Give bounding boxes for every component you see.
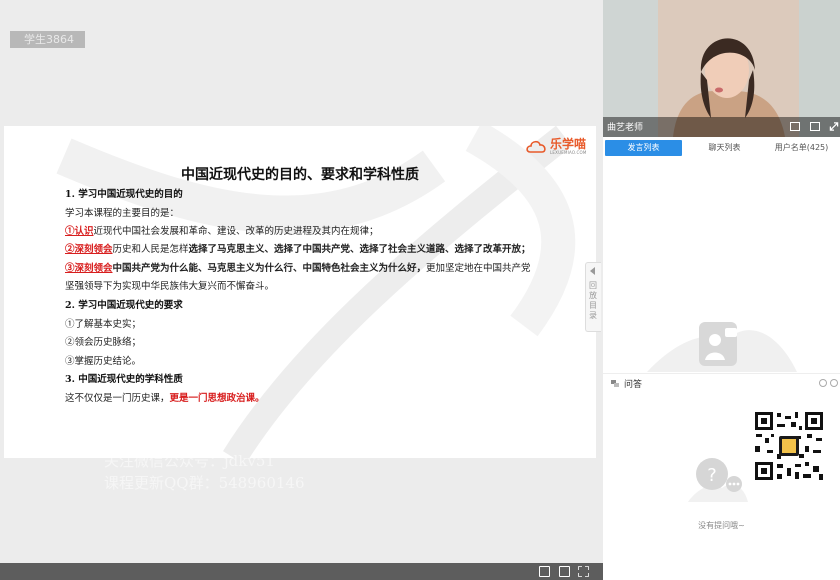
fit-screen-icon[interactable]: [539, 566, 550, 577]
main-stage: 学生3864 乐学喵 LEXUEMIAO.COM 中国近现代史的目的、要求和学科…: [0, 0, 603, 580]
playback-catalog-label: 回放目录: [589, 281, 597, 320]
speaker-empty-illustration: [647, 322, 797, 372]
tab-chat-list[interactable]: 聊天列表: [686, 138, 763, 158]
video-info-bar: 曲艺老师: [603, 117, 840, 137]
playback-catalog-tab[interactable]: 回放目录: [585, 262, 601, 332]
nature-text: 这不仅仅是一门历史课，更是一门思想政治课。: [65, 390, 265, 404]
purpose-text-bold: 中国共产党为什么能、马克思主义为什么行、中国特色社会主义为什么好，: [112, 263, 427, 274]
qa-close-icon[interactable]: [830, 379, 838, 387]
brand-logo: 乐学喵 LEXUEMIAO.COM: [526, 138, 587, 155]
section-heading: 3. 中国近现代史的学科性质: [65, 374, 183, 385]
student-id-watermark: 学生3864: [10, 31, 85, 48]
nature-text-highlight: 更是一门思想政治课。: [169, 393, 265, 404]
qa-minimize-icon[interactable]: [819, 379, 827, 387]
purpose-item-2: ②深刻领会历史和人民是怎样选择了马克思主义、选择了中国共产党、选择了社会主义道路…: [65, 241, 531, 255]
courseware-slide: 乐学喵 LEXUEMIAO.COM 中国近现代史的目的、要求和学科性质 1. 学…: [4, 126, 596, 458]
intro-text: 学习本课程的主要目的是：: [65, 208, 180, 219]
slide-title: 中国近现代史的目的、要求和学科性质: [181, 167, 419, 183]
keyword-highlight: ①认识: [65, 226, 94, 237]
teacher-video[interactable]: 曲艺老师: [603, 0, 840, 137]
overlay-watermark-wechat: 关注微信公众号：jdkv51: [104, 452, 275, 470]
popout-video-icon[interactable]: [810, 122, 820, 131]
cloud-logo-icon: [526, 140, 546, 153]
keyword-highlight: ③深刻领会: [65, 263, 113, 274]
swap-video-icon[interactable]: [790, 122, 800, 131]
requirement-item: ③掌握历史结论。: [65, 356, 142, 367]
qa-empty-text: 没有提问哦~: [698, 521, 745, 530]
expand-video-icon[interactable]: [829, 122, 839, 131]
player-control-bar: [0, 563, 603, 580]
svg-text:?: ?: [707, 465, 717, 486]
purpose-text: 近现代中国社会发展和革命、建设、改革的历史进程及其内在规律；: [93, 226, 379, 237]
qa-header: 问答: [603, 373, 840, 391]
tab-user-list[interactable]: 用户名单(425): [763, 138, 840, 158]
purpose-text: 历史和人民是怎样: [112, 244, 189, 255]
section-heading: 2. 学习中国近现代史的要求: [65, 300, 183, 311]
overlay-watermark-qq: 课程更新QQ群：548960146: [104, 474, 305, 492]
purpose-item-1: ①认识近现代中国社会发展和革命、建设、改革的历史进程及其内在规律；: [65, 223, 379, 237]
section-heading: 1. 学习中国近现代史的目的: [65, 189, 183, 200]
qa-controls: [819, 379, 838, 387]
purpose-item-3-cont: 坚强领导下为实现中华民族伟大复兴而不懈奋斗。: [65, 281, 275, 292]
collapse-arrow-icon: [590, 267, 595, 275]
qa-empty-illustration: ?: [688, 458, 748, 502]
purpose-item-3: ③深刻领会中国共产党为什么能、马克思主义为什么行、中国特色社会主义为什么好，更加…: [65, 260, 531, 274]
requirement-item: ①了解基本史实；: [65, 319, 142, 330]
teacher-name: 曲艺老师: [607, 123, 644, 133]
nature-text-plain: 这不仅仅是一门历史课，: [65, 393, 170, 404]
brand-name: 乐学喵: [550, 137, 587, 151]
brand-domain: LEXUEMIAO.COM: [550, 150, 587, 155]
layout-toggle-icon[interactable]: [559, 566, 570, 577]
qa-icon: [611, 380, 619, 387]
fullscreen-icon[interactable]: [578, 566, 589, 577]
purpose-text-bold: 选择了马克思主义、选择了中国共产党、选择了社会主义道路、选择了改革开放；: [188, 244, 531, 255]
qr-code: [753, 410, 825, 482]
keyword-highlight: ②深刻领会: [65, 244, 113, 255]
right-sidebar: 曲艺老师 发言列表 聊天列表 用户名单(425) 问答 ? 没有提问哦~: [603, 0, 840, 580]
requirement-item: ②领会历史脉络；: [65, 337, 142, 348]
tab-speaker-list[interactable]: 发言列表: [605, 140, 682, 156]
purpose-text: 更加坚定地在中国共产党: [426, 263, 531, 274]
qa-title: 问答: [624, 380, 643, 390]
panel-tab-bar: 发言列表 聊天列表 用户名单(425): [603, 138, 840, 158]
